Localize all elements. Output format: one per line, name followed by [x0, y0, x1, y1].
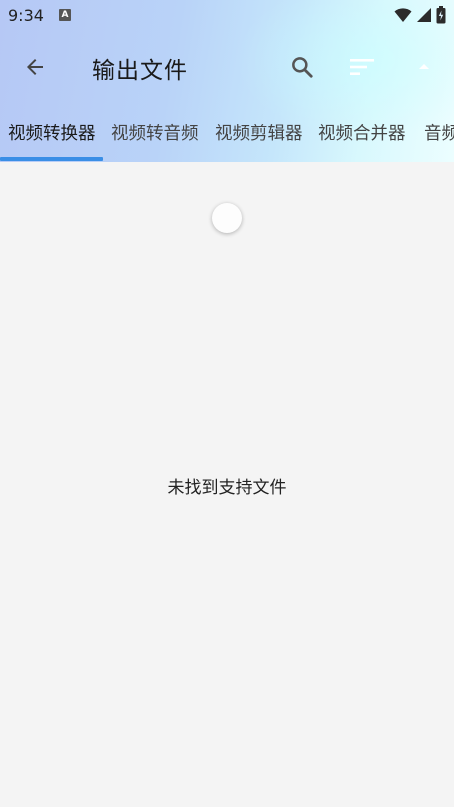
loading-indicator [212, 203, 242, 233]
search-icon [292, 57, 313, 78]
sort-icon [350, 59, 374, 75]
app-bar: 输出文件 [0, 32, 454, 100]
tab-video-merger[interactable]: 视频合并器 [318, 120, 406, 145]
tab-video-editor[interactable]: 视频剪辑器 [215, 120, 303, 145]
tab-indicator [0, 157, 103, 161]
status-icons [394, 6, 446, 24]
tab-audio[interactable]: 音频 [424, 120, 454, 145]
search-button[interactable] [286, 51, 318, 83]
arrow-left-icon [27, 59, 43, 75]
status-time: 9:34 [8, 6, 44, 25]
caret-up-icon [419, 64, 429, 69]
status-bar: 9:34 A [0, 0, 454, 32]
sort-button[interactable] [346, 52, 378, 82]
wifi-icon [394, 8, 412, 22]
tab-video-converter[interactable]: 视频转换器 [8, 120, 96, 145]
battery-icon [436, 6, 446, 24]
page-title: 输出文件 [92, 58, 188, 84]
category-tabs: 视频转换器 视频转音频 视频剪辑器 视频合并器 音频 [0, 112, 454, 162]
signal-icon [417, 8, 431, 22]
file-list-area: 未找到支持文件 [0, 162, 454, 807]
back-button[interactable] [18, 50, 52, 84]
notification-badge-icon: A [59, 9, 71, 21]
filter-dropdown-button[interactable] [409, 52, 439, 82]
empty-state-message: 未找到支持文件 [167, 478, 287, 498]
tab-video-to-audio[interactable]: 视频转音频 [111, 120, 199, 145]
